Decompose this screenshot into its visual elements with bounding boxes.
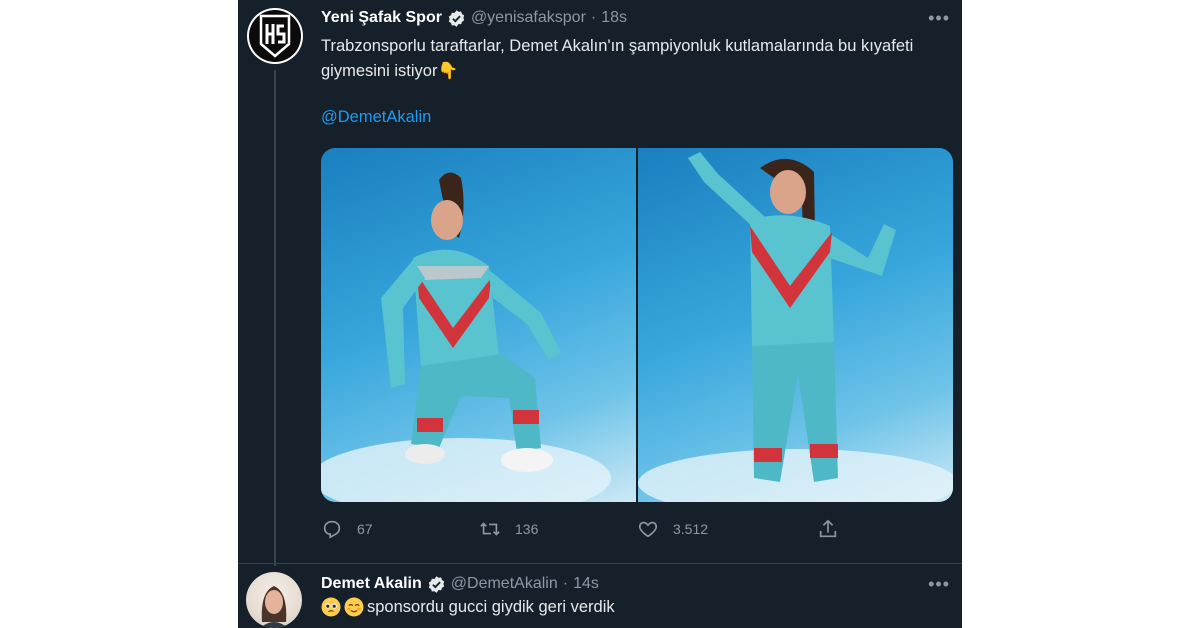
like-count: 3.512 xyxy=(673,521,709,537)
reply-icon xyxy=(323,520,341,539)
retweet-count: 136 xyxy=(515,521,539,537)
thread-connector-line xyxy=(274,70,276,566)
reply-author-name[interactable]: Demet Akalin xyxy=(321,575,422,593)
smiling-face-emoji xyxy=(344,597,364,617)
author-handle[interactable]: @yenisafakspor xyxy=(471,9,586,27)
tweet-text: Trabzonsporlu taraftarlar, Demet Akalın'… xyxy=(321,37,914,80)
reply-text-row: sponsordu gucci giydik geri verdik xyxy=(321,597,615,617)
tweet-actions: 67 136 3.512 xyxy=(321,518,861,542)
tweet-header: Yeni Şafak Spor @yenisafakspor · 18s xyxy=(321,6,627,30)
tweet-divider xyxy=(238,563,962,564)
retweet-icon xyxy=(480,522,500,536)
photo-kneeling-tracksuit[interactable] xyxy=(321,148,636,502)
tweet-time[interactable]: 18s xyxy=(601,9,627,27)
author-name[interactable]: Yeni Şafak Spor xyxy=(321,9,442,27)
mention-link[interactable]: @DemetAkalin xyxy=(321,108,431,127)
like-action[interactable]: 3.512 xyxy=(637,518,708,540)
reply-header: Demet Akalin @DemetAkalin · 14s xyxy=(321,572,599,596)
share-icon xyxy=(819,519,837,538)
tweet-media[interactable] xyxy=(321,148,953,502)
reply-count: 67 xyxy=(357,521,373,537)
twitter-thread-panel: Yeni Şafak Spor @yenisafakspor · 18s •••… xyxy=(238,0,962,628)
more-options-icon[interactable]: ••• xyxy=(928,572,950,596)
ys-logo-icon xyxy=(259,14,291,58)
share-action[interactable] xyxy=(817,518,839,540)
separator-dot: · xyxy=(562,575,569,592)
reply-action[interactable]: 67 xyxy=(321,518,373,540)
reply-author-handle[interactable]: @DemetAkalin xyxy=(451,575,558,593)
yenisafak-avatar[interactable] xyxy=(247,8,303,64)
verified-badge-icon xyxy=(427,575,446,594)
retweet-action[interactable]: 136 xyxy=(479,518,538,540)
separator-dot: · xyxy=(590,9,597,26)
demetakalin-avatar[interactable] xyxy=(246,572,302,628)
heart-icon xyxy=(638,521,658,538)
verified-badge-icon xyxy=(447,9,466,28)
photo-standing-tracksuit[interactable] xyxy=(638,148,953,502)
reply-text: sponsordu gucci giydik geri verdik xyxy=(367,597,615,616)
more-options-icon[interactable]: ••• xyxy=(928,6,950,30)
pleading-face-emoji xyxy=(321,597,341,617)
reply-time[interactable]: 14s xyxy=(573,575,599,593)
